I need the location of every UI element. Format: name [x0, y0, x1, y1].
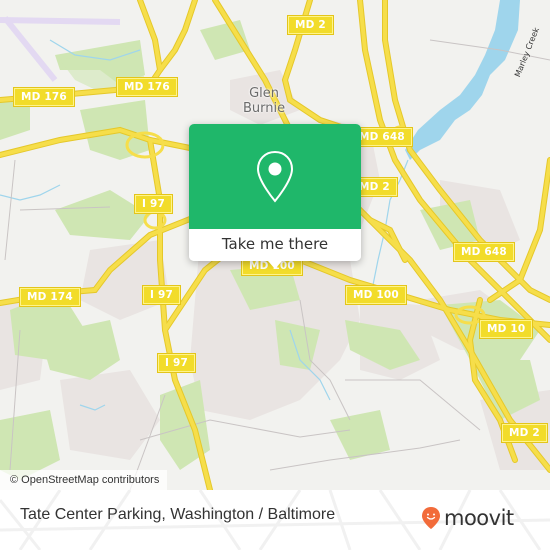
footer-bar: Tate Center Parking, Washington / Baltim…: [0, 490, 550, 550]
map-pin-icon: [256, 150, 294, 203]
moovit-logo[interactable]: moovit: [421, 506, 514, 530]
location-popup: Take me there: [189, 124, 361, 269]
road-shield-md648: MD 648: [453, 242, 515, 262]
popup-header: [189, 124, 361, 229]
road-shield-md100: MD 100: [345, 285, 407, 305]
road-shield-i97: I 97: [134, 194, 173, 214]
place-label-glen-burnie: Glen Burnie: [243, 86, 286, 116]
moovit-wordmark: moovit: [444, 506, 514, 530]
popup-pointer: [268, 261, 282, 269]
map-attribution[interactable]: © OpenStreetMap contributors: [0, 470, 168, 490]
road-shield-md174: MD 174: [19, 287, 81, 307]
road-shield-md176: MD 176: [116, 77, 178, 97]
road-shield-md176: MD 176: [13, 87, 75, 107]
take-me-there-button[interactable]: Take me there: [189, 229, 361, 261]
road-shield-i97: I 97: [142, 285, 181, 305]
road-shield-md2: MD 2: [287, 15, 334, 35]
place-title: Tate Center Parking, Washington / Baltim…: [20, 506, 336, 523]
road-shield-md2: MD 2: [501, 423, 548, 443]
moovit-smile-pin-icon: [422, 507, 440, 529]
road-shield-i97: I 97: [157, 353, 196, 373]
road-shield-md10: MD 10: [478, 319, 534, 339]
water-bodies: [405, 0, 520, 160]
map-view[interactable]: Glen Burnie Marley Creek MD 176 MD 176 M…: [0, 0, 550, 490]
